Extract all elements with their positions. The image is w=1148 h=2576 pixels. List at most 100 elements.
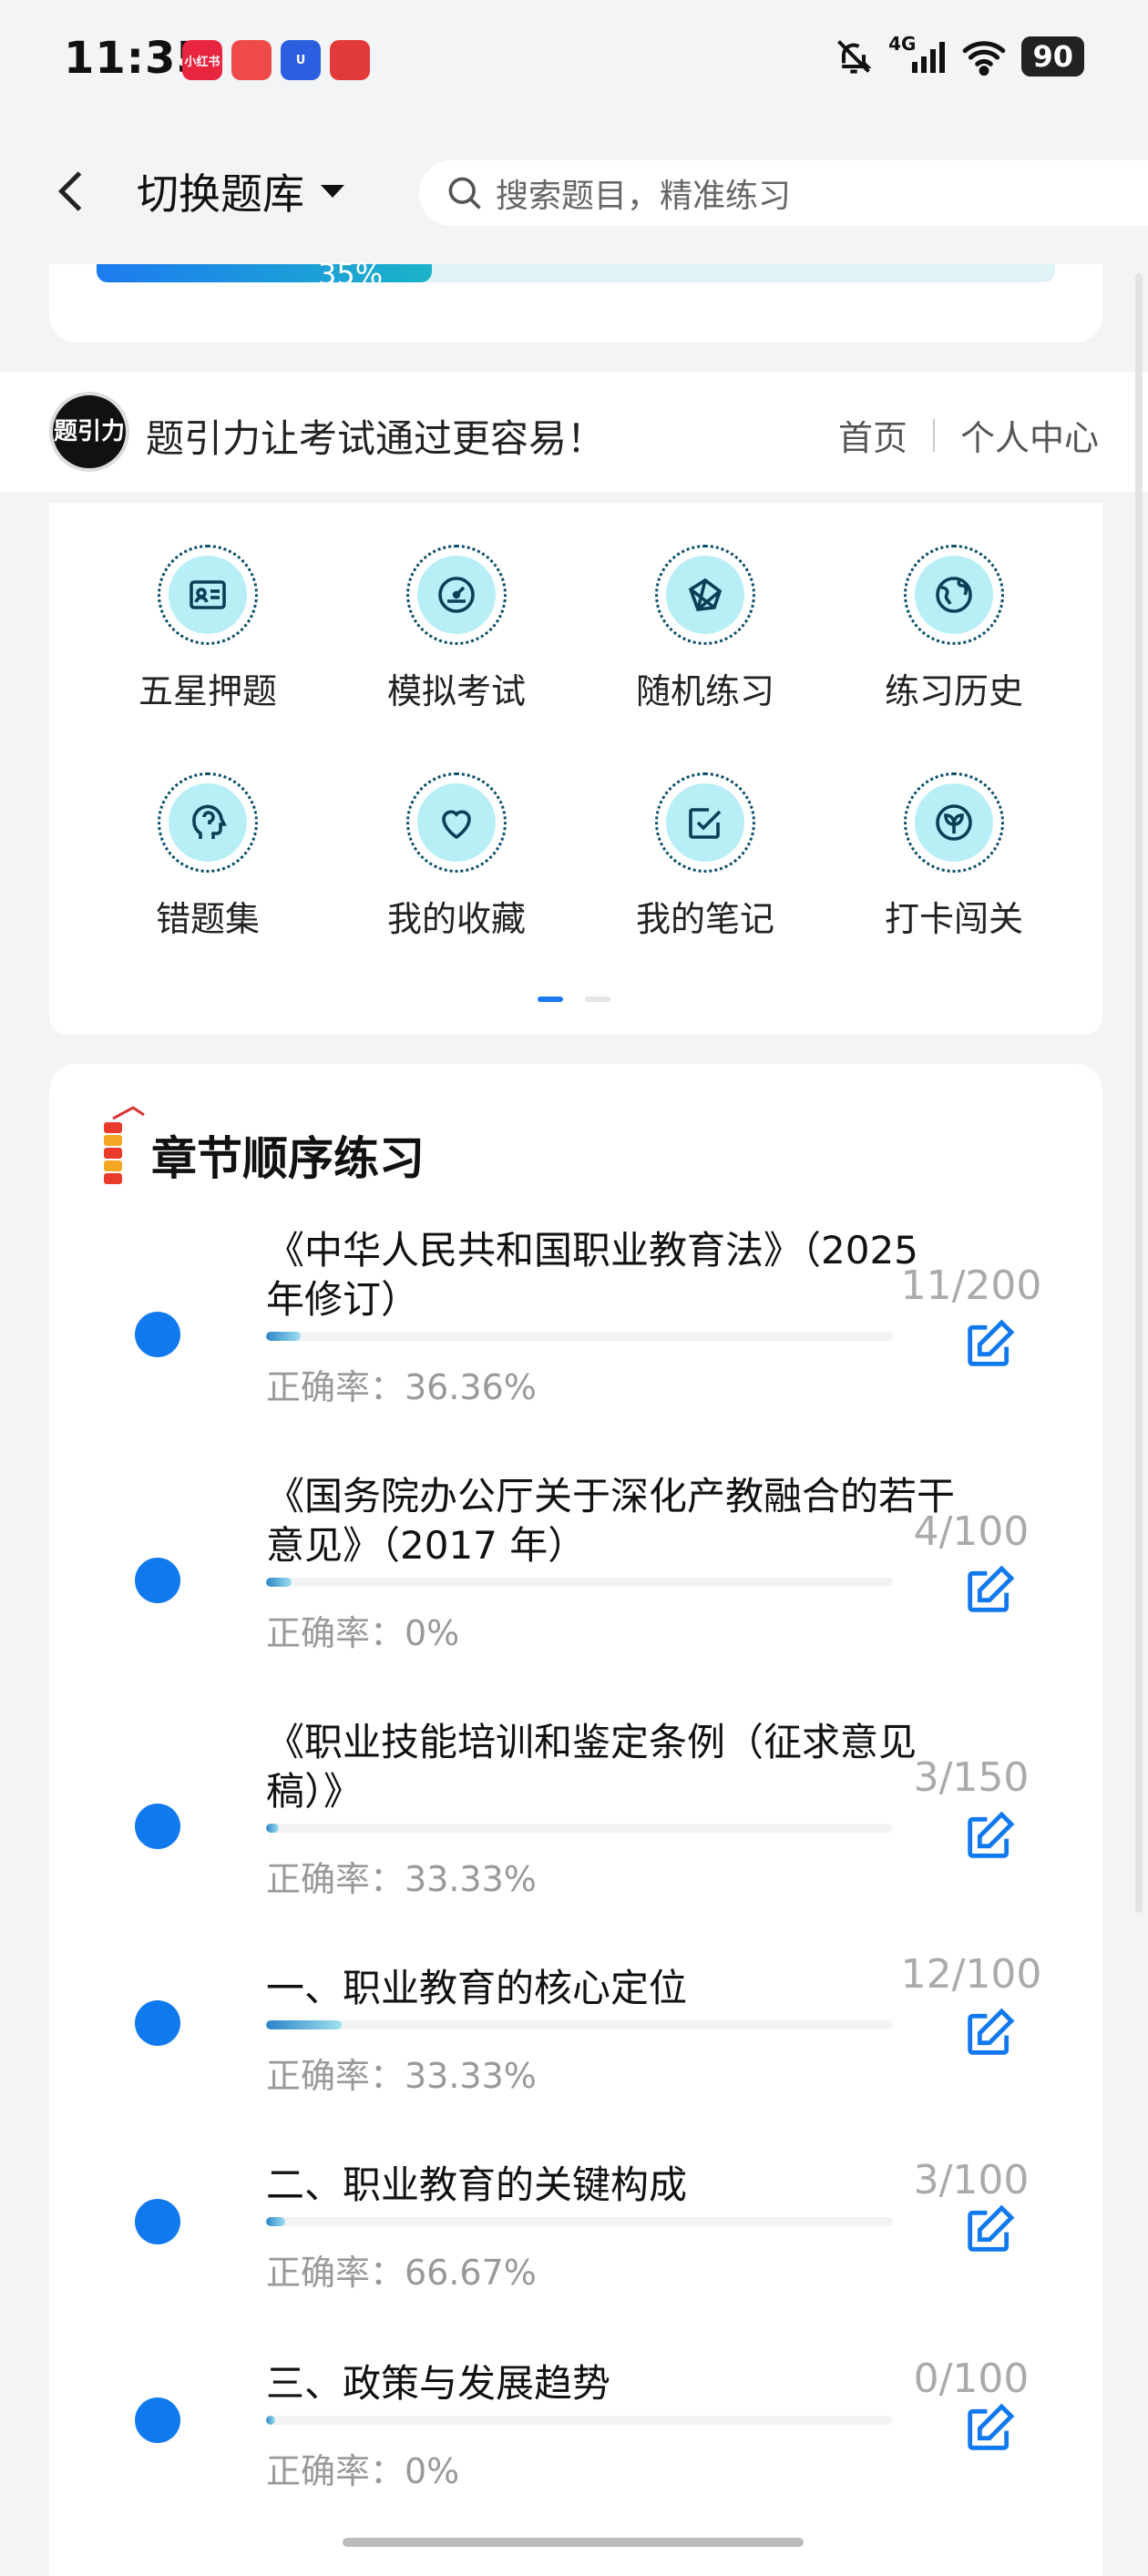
id-card-icon: [169, 556, 247, 634]
red-app-icon: [330, 40, 370, 80]
func-icon-ring: [406, 772, 507, 873]
note-check-icon: [666, 783, 744, 862]
func-label: 随机练习: [635, 671, 774, 711]
func-label: 模拟考试: [386, 671, 526, 711]
overall-progress-text: 35%: [318, 257, 384, 291]
top-nav-bar: 切换题库 搜索题目，精准练习: [0, 128, 1148, 264]
chapter-name: 《国务院办公厅关于深化产教融合的若干意见》（2017 年）: [266, 1474, 956, 1568]
chapter-name: 一、职业教育的核心定位: [266, 1966, 688, 2010]
chapter-section-title: 章节顺序练习: [151, 1132, 425, 1185]
func-checkin-challenge[interactable]: 打卡闯关: [863, 772, 1045, 941]
chapter-progress-bar: [266, 1824, 893, 1833]
chapter-name: 《职业技能培训和鉴定条例（征求意见稿）》: [266, 1720, 917, 1814]
brand-links: 首页 个人中心: [838, 410, 1099, 460]
func-label: 我的收藏: [386, 899, 526, 939]
home-link[interactable]: 首页: [838, 410, 907, 460]
edit-icon[interactable]: [960, 1561, 1019, 1620]
chapter-bullet: [135, 2000, 180, 2046]
func-label: 错题集: [155, 899, 260, 939]
func-practice-history[interactable]: 练习历史: [863, 545, 1045, 713]
func-icon-ring: [904, 772, 1004, 873]
notification-app-icons: 小红书 U: [182, 40, 370, 80]
chapter-accuracy: 正确率：0%: [266, 2451, 460, 2491]
brand-logo: 题引力: [49, 392, 129, 472]
func-random-practice[interactable]: 随机练习: [614, 545, 796, 713]
brand-bar: 题引力 题引力让考试通过更容易！ 首页 个人中心: [0, 372, 1148, 492]
chapter-progress-bar: [266, 1578, 893, 1587]
chapter-count: 3/150: [913, 1754, 1030, 1801]
back-button[interactable]: [46, 164, 100, 219]
profile-link[interactable]: 个人中心: [960, 410, 1099, 460]
brand-slogan: 题引力让考试通过更容易！: [146, 416, 606, 461]
func-mock-exam[interactable]: 模拟考试: [365, 545, 548, 713]
link-divider: [932, 418, 935, 452]
chapter-progress-fill: [266, 1332, 301, 1341]
u-app-icon: U: [281, 40, 321, 80]
battery-level: 90: [1021, 36, 1084, 77]
chapter-progress-bar: [266, 2020, 893, 2029]
chapter-bullet: [135, 1558, 180, 1603]
page-dot: [585, 997, 610, 1002]
switch-bank-label: 切换题库: [137, 169, 304, 219]
switch-question-bank-button[interactable]: 切换题库: [137, 164, 346, 219]
edit-icon[interactable]: [960, 2399, 1019, 2458]
chapter-name: 三、政策与发展趋势: [266, 2361, 611, 2406]
func-wrong-questions[interactable]: 错题集: [117, 772, 299, 941]
func-icon-ring: [406, 545, 507, 645]
heart-icon: [417, 783, 496, 862]
signal-icon: [912, 42, 946, 73]
function-grid: 五星押题 模拟考试 随机练习 练习历史 错题集 我的收藏 我的笔记 打卡闯关: [49, 503, 1102, 1035]
chapter-count: 3/100: [913, 2157, 1030, 2203]
chapter-progress-fill: [266, 2020, 342, 2029]
chapter-progress-fill: [266, 1578, 292, 1587]
func-label: 五星押题: [138, 671, 277, 711]
func-icon-ring: [158, 545, 258, 645]
bell-muted-icon: [837, 40, 872, 74]
search-icon: [448, 177, 481, 210]
chapter-count: 12/100: [900, 1951, 1042, 1998]
home-indicator[interactable]: [343, 2538, 804, 2547]
chapter-progress-fill: [266, 2217, 285, 2226]
chapter-progress-bar: [266, 1332, 893, 1341]
overall-progress-bar: [97, 264, 1055, 282]
gauge-icon: [417, 556, 496, 634]
page-dot-active: [538, 997, 563, 1002]
firecracker-icon: [104, 1106, 145, 1184]
search-input[interactable]: 搜索题目，精准练习: [419, 160, 1148, 226]
func-five-star-questions[interactable]: 五星押题: [117, 545, 299, 713]
func-label: 练习历史: [884, 671, 1023, 711]
chapter-progress-bar: [266, 2416, 893, 2425]
search-placeholder: 搜索题目，精准练习: [496, 178, 792, 215]
chapter-bullet: [135, 1804, 180, 1849]
sail-app-icon: [231, 40, 272, 80]
edit-icon[interactable]: [960, 1807, 1019, 1866]
chapter-accuracy: 正确率：36.36%: [266, 1367, 537, 1407]
edit-icon[interactable]: [960, 1315, 1019, 1374]
func-icon-ring: [904, 545, 1004, 645]
wifi-icon: [963, 41, 1006, 77]
func-my-favorites[interactable]: 我的收藏: [365, 772, 548, 941]
chapter-accuracy: 正确率：33.33%: [266, 2056, 537, 2096]
chapter-accuracy: 正确率：33.33%: [266, 1859, 537, 1899]
brand-logo-text: 题引力: [53, 418, 125, 445]
chapter-name: 二、职业教育的关键构成: [266, 2162, 688, 2207]
overall-progress-card: 35%: [49, 257, 1102, 342]
chapter-progress-fill: [266, 1824, 279, 1833]
func-icon-ring: [158, 772, 258, 873]
leaf-badge-icon: [915, 783, 993, 862]
chapter-count: 4/100: [913, 1508, 1030, 1555]
chevron-left-icon: [57, 171, 82, 211]
chapter-accuracy: 正确率：66.67%: [266, 2253, 537, 2293]
network-type: 4G: [888, 33, 917, 55]
edit-icon[interactable]: [960, 2201, 1019, 2259]
scrollbar[interactable]: [1135, 273, 1143, 1913]
chapter-bullet: [135, 2199, 180, 2244]
chapter-bullet: [135, 1312, 180, 1357]
func-my-notes[interactable]: 我的笔记: [614, 772, 796, 941]
func-label: 打卡闯关: [884, 899, 1023, 939]
globe-history-icon: [915, 556, 993, 634]
chapter-accuracy: 正确率：0%: [266, 1613, 460, 1653]
edit-icon[interactable]: [960, 2004, 1019, 2062]
chapter-progress-fill: [266, 2416, 276, 2425]
chapter-count: 0/100: [913, 2356, 1030, 2402]
